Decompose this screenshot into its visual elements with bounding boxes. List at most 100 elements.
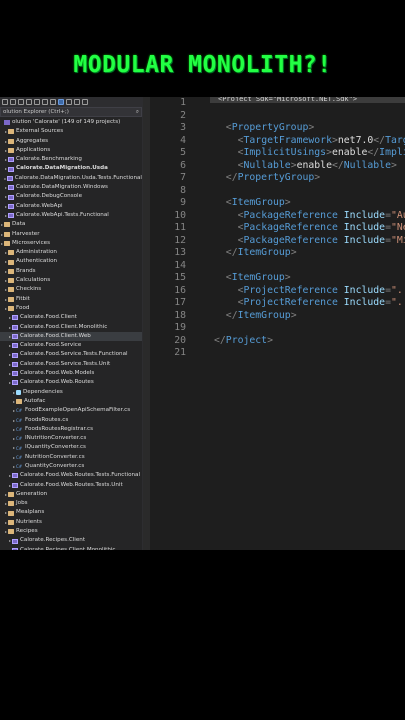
code-token: > [284, 197, 291, 208]
splitter[interactable] [143, 97, 150, 550]
tree-item[interactable]: ▸ External Sources [0, 127, 142, 136]
code-token: "..\ [390, 297, 405, 308]
tree-item[interactable]: ▸ Calorate.Food.Web.Routes.Tests.Unit [0, 481, 142, 490]
tree-item-label: NutritionConverter.cs [25, 453, 85, 460]
wrench-icon[interactable] [74, 99, 80, 105]
code-token: PackageReference [243, 222, 338, 233]
tree-item[interactable]: ▸ Administration [0, 248, 142, 257]
tree-item[interactable]: ▸ Aggregates [0, 137, 142, 146]
tree-item[interactable]: ▸ Calorate.DataMigration.Usda.Tests.Funct… [0, 174, 142, 183]
active-filter-icon[interactable] [58, 99, 64, 105]
refresh-icon[interactable] [34, 99, 40, 105]
tree-item[interactable]: ▸ C# NutritionConverter.cs [0, 453, 142, 462]
tree-item[interactable]: ▸ Checkins [0, 285, 142, 294]
line-number: 13 [174, 247, 186, 258]
code-token: Nullable [243, 159, 291, 171]
show-all-files-icon[interactable] [50, 99, 56, 105]
tree-item[interactable]: ▸ Data [0, 220, 142, 229]
project-icon [12, 352, 18, 358]
tree-item-label: IQuantityConverter.cs [25, 444, 86, 451]
tree-item-label: Brands [16, 267, 36, 274]
tree-item[interactable]: ▸ Calorate.Food.Service.Tests.Functional [0, 350, 142, 359]
properties-icon[interactable] [66, 99, 72, 105]
code-token: PackageReference [243, 209, 338, 221]
tree-item[interactable]: ▸ Calorate.DataMigration.Usda [0, 164, 142, 173]
tree-item[interactable]: olution 'Calorate' (149 of 149 projects) [0, 118, 142, 127]
tree-item[interactable]: ▸ Calculations [0, 276, 142, 285]
solution-explorer: olution Explorer (Ctrl+;) ⌕ olution 'Cal… [0, 97, 143, 550]
tree-item[interactable]: ▸ C# FoodExampleOpenApiSchemaFilter.cs [0, 406, 142, 415]
code-token: </ [367, 147, 380, 158]
collapse-all-icon[interactable] [42, 99, 48, 105]
home-icon[interactable] [18, 99, 24, 105]
tree-item-label: Calorate.Food.Service [20, 342, 82, 349]
tree-item[interactable]: ▸ Calorate.WebApi.Tests.Functional [0, 211, 142, 220]
tree-item[interactable]: ▸ C# QuantityConverter.cs [0, 462, 142, 471]
code-token: Implic [379, 147, 405, 158]
tree-item[interactable]: ▸ Harvester [0, 230, 142, 239]
tree-item[interactable]: ▸ Calorate.WebApi [0, 202, 142, 211]
tree-item[interactable]: ▸ Autofac [0, 397, 142, 406]
tree-item[interactable]: ▸ Fitbit [0, 295, 142, 304]
code-token: Nullable [343, 159, 391, 171]
tree-item[interactable]: ▸ Calorate.Food.Client.Monolithic [0, 323, 142, 332]
back-icon[interactable] [2, 99, 8, 105]
tree-item-label: Authentication [16, 258, 58, 265]
code-line: 1 [150, 97, 405, 110]
sync-icon[interactable] [26, 99, 32, 105]
tree-item[interactable]: ▸ Mealplans [0, 508, 142, 517]
tree-item[interactable]: ▸ Applications [0, 146, 142, 155]
tree-item[interactable]: ▸ Dependencies [0, 388, 142, 397]
folder-icon [8, 501, 14, 507]
tree-item-label: Microservices [12, 239, 51, 246]
tree-item[interactable]: ▸ Generation [0, 490, 142, 499]
tree-item[interactable]: ▸ Recipes [0, 527, 142, 536]
code-line: 4 <TargetFramework>net7.0</Targe [150, 135, 405, 148]
tree-item[interactable]: ▸ C# IQuantityConverter.cs [0, 443, 142, 452]
tree-item-label: Harvester [12, 230, 40, 237]
pin-icon[interactable] [82, 99, 88, 105]
tree-item[interactable]: ▸ Calorate.Food.Web.Routes [0, 378, 142, 387]
csharp-file-icon: C# [16, 426, 23, 432]
tree-item[interactable]: ▸ C# INutritionConverter.cs [0, 434, 142, 443]
tree-item[interactable]: ▸ Calorate.Food.Service [0, 341, 142, 350]
project-icon [6, 175, 13, 181]
line-number: 8 [180, 184, 186, 196]
tree-item[interactable]: ▸ Nutrients [0, 518, 142, 527]
tree-item[interactable]: ▸ Calorate.DebugConsole [0, 192, 142, 201]
folder-icon [4, 222, 10, 228]
folder-icon [8, 268, 14, 274]
tree-item[interactable]: ▸ Authentication [0, 257, 142, 266]
tree-item[interactable]: ▸ C# FoodsRoutesRegistrar.cs [0, 425, 142, 434]
search-icon[interactable]: ⌕ [136, 109, 139, 116]
tree-item[interactable]: ▸ Calorate.Recipes.Client [0, 536, 142, 545]
code-token: </ [373, 134, 386, 146]
tree-item[interactable]: ▸ Food [0, 304, 142, 313]
tree-item[interactable]: ▸ Calorate.Food.Client.Web [0, 331, 142, 342]
tree-item[interactable]: ▸ Brands [0, 267, 142, 276]
tree-item[interactable]: ▸ Calorate.DataMigration.Windows [0, 183, 142, 192]
project-icon [12, 343, 18, 349]
code-editor[interactable]: <Project Sdk="Microsoft.NET.Sdk"> 123 <P… [150, 97, 405, 550]
tree-item[interactable]: ▸ Calorate.Benchmarking [0, 155, 142, 164]
tree-item[interactable]: ▸ Calorate.Food.Service.Tests.Unit [0, 360, 142, 369]
code-text: <Nullable>enable</Nullable> [214, 160, 397, 173]
project-icon [8, 194, 14, 200]
tree-item[interactable]: ▸ Calorate.Food.Web.Routes.Tests.Function… [0, 471, 142, 480]
forward-icon[interactable] [10, 99, 16, 105]
tree-item[interactable]: ▸ Microservices [0, 239, 142, 248]
csharp-file-icon: C# [16, 464, 23, 470]
explorer-search-input[interactable]: olution Explorer (Ctrl+;) ⌕ [0, 107, 142, 117]
code-token: ProjectReference [243, 284, 338, 296]
tree-item[interactable]: ▸ Calorate.Food.Client [0, 313, 142, 322]
tree-item[interactable]: ▸ Calorate.Food.Web.Models [0, 369, 142, 378]
tree-item[interactable]: ▸ C# FoodsRoutes.cs [0, 416, 142, 425]
code-line: 2 [150, 110, 405, 123]
tree-item[interactable]: ▸ Jobs [0, 499, 142, 508]
tree-item-label: Food [16, 304, 30, 311]
code-text: <PackageReference Include="New [214, 222, 405, 235]
